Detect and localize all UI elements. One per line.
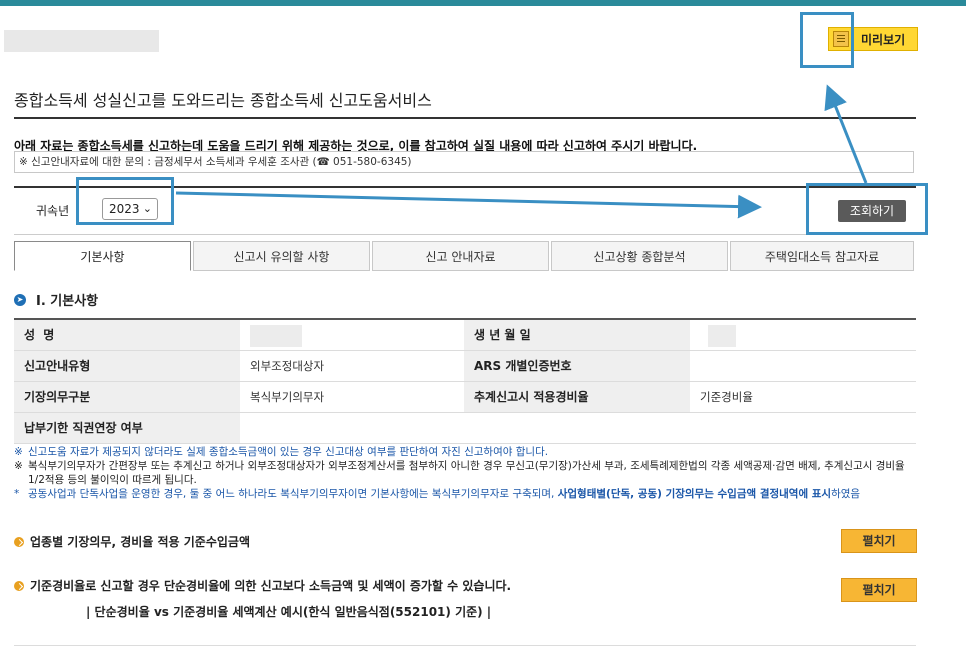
arrow-circle-icon	[14, 536, 24, 547]
tab-cautions[interactable]: 신고시 유의할 사항	[193, 241, 370, 271]
example-caption: | 단순경비율 vs 기준경비율 세액계산 예시(한식 일반음식점(552101…	[86, 605, 492, 619]
note-text-part: 공동사업과 단독사업을 운영한 경우, 둘 중 어느 하나라도 복식부기의무자이…	[28, 488, 558, 500]
note-item: ※ 복식부기의무자가 간편장부 또는 추계신고 하거나 외부조정대상자가 외부조…	[14, 459, 918, 487]
inquiry-box: ※ 신고안내자료에 대한 문의 : 금정세무서 소득세과 우세훈 조사관 (☎ …	[14, 151, 914, 173]
tab-rental-income[interactable]: 주택임대소득 참고자료	[730, 241, 914, 271]
table-row: 납부기한 직권연장 여부	[14, 413, 916, 444]
note-mark: *	[14, 488, 20, 500]
expand-button[interactable]: 펼치기	[841, 529, 917, 553]
expand-button[interactable]: 펼치기	[841, 578, 917, 602]
name-value	[240, 320, 464, 350]
subsection-title: 업종별 기장의무, 경비율 적용 기준수입금액	[30, 535, 250, 549]
bottom-divider	[14, 645, 916, 646]
tab-analysis[interactable]: 신고상황 종합분석	[551, 241, 728, 271]
dob-value	[690, 320, 916, 350]
note-text: 신고도움 자료가 제공되지 않더라도 실제 종합소득금액이 있는 경우 신고대상…	[28, 446, 549, 458]
guide-type-value: 외부조정대상자	[250, 359, 325, 373]
table-row: 성 명 생 년 월 일	[14, 320, 916, 351]
rate-value: 기준경비율	[700, 390, 753, 404]
preview-label: 미리보기	[861, 32, 906, 47]
name-label: 성 명	[14, 320, 240, 350]
notes: ※ 신고도움 자료가 제공되지 않더라도 실제 종합소득금액이 있는 경우 신고…	[14, 445, 918, 501]
page-title: 종합소득세 성실신고를 도와드리는 종합소득세 신고도움서비스	[14, 91, 432, 110]
highlight-box-search	[806, 183, 928, 235]
highlight-box-year	[76, 177, 174, 225]
dob-label: 생 년 월 일	[464, 320, 690, 350]
subsection-heading: 업종별 기장의무, 경비율 적용 기준수입금액	[14, 533, 250, 550]
blurred-value	[250, 324, 302, 347]
arrow-circle-icon: ➤	[14, 293, 26, 306]
tab-bar: 기본사항 신고시 유의할 사항 신고 안내자료 신고상황 종합분석 주택임대소득…	[14, 241, 916, 271]
bookkeeping-value: 복식부기의무자	[250, 390, 325, 404]
note-text-part: 하였음	[831, 488, 861, 500]
title-divider	[14, 117, 916, 119]
ars-label: ARS 개별인증번호	[464, 351, 690, 381]
arrow-circle-icon	[14, 580, 24, 591]
note-text: 복식부기의무자가 간편장부 또는 추계신고 하거나 외부조정대상자가 외부조정계…	[28, 460, 905, 486]
highlight-box-preview	[800, 12, 854, 68]
blurred-value	[708, 324, 736, 347]
note-mark: ※	[14, 446, 23, 458]
basic-info-table: 성 명 생 년 월 일 신고안내유형 외부조정대상자 ARS 개별인증번호 기장…	[14, 318, 916, 444]
note-mark: ※	[14, 460, 23, 472]
note-text-bold: 사업형태별(단독, 공동) 기장의무는 수입금액 결정내역에 표시	[557, 488, 832, 500]
table-row: 신고안내유형 외부조정대상자 ARS 개별인증번호	[14, 351, 916, 382]
tab-basic[interactable]: 기본사항	[14, 241, 191, 271]
guide-type-label: 신고안내유형	[14, 351, 240, 381]
section-title: Ⅰ. 기본사항	[36, 294, 99, 309]
ars-value	[690, 351, 916, 381]
rate-label: 추계신고시 적용경비율	[464, 382, 690, 412]
note-text: 공동사업과 단독사업을 운영한 경우, 둘 중 어느 하나라도 복식부기의무자이…	[28, 487, 860, 501]
subsection-title: 기준경비율로 신고할 경우 단순경비율에 의한 신고보다 소득금액 및 세액이 …	[30, 579, 512, 593]
subsection-heading: 기준경비율로 신고할 경우 단순경비율에 의한 신고보다 소득금액 및 세액이 …	[14, 577, 511, 594]
section-heading: ➤ Ⅰ. 기본사항	[14, 290, 98, 309]
note-item: ※ 신고도움 자료가 제공되지 않더라도 실제 종합소득금액이 있는 경우 신고…	[14, 445, 918, 459]
top-bar	[0, 0, 966, 6]
extension-label: 납부기한 직권연장 여부	[14, 413, 240, 443]
blurred-user-name	[4, 30, 159, 52]
note-item: * 공동사업과 단독사업을 운영한 경우, 둘 중 어느 하나라도 복식부기의무…	[14, 487, 918, 501]
tab-guide-data[interactable]: 신고 안내자료	[372, 241, 549, 271]
extension-value	[240, 413, 464, 443]
year-label: 귀속년	[36, 204, 70, 218]
table-row: 기장의무구분 복식부기의무자 추계신고시 적용경비율 기준경비율	[14, 382, 916, 413]
bookkeeping-label: 기장의무구분	[14, 382, 240, 412]
